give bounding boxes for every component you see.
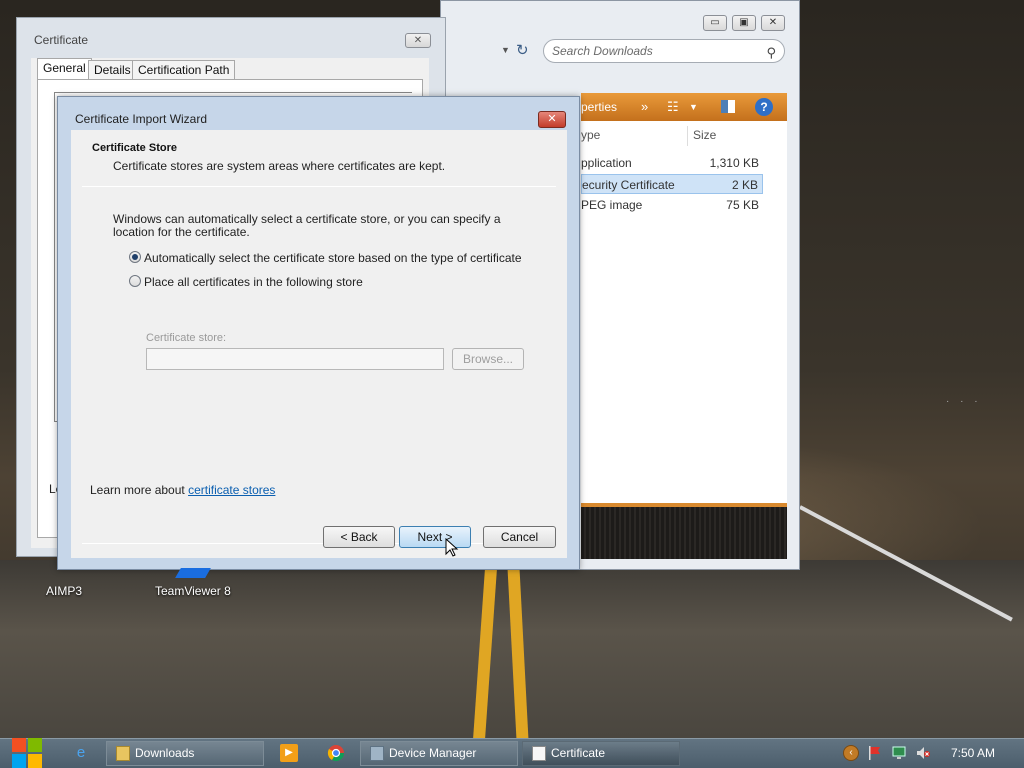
action-center-flag-icon: [869, 746, 880, 760]
taskbar-item-certificate[interactable]: Certificate: [522, 741, 680, 766]
browse-button: Browse...: [452, 348, 524, 370]
explorer-caption-buttons: ▭ ▣ ✕: [703, 15, 785, 31]
address-dropdown-icon[interactable]: ▼: [501, 45, 510, 55]
tab-details[interactable]: Details: [88, 60, 137, 80]
views-icon[interactable]: ☷: [667, 93, 679, 121]
wizard-title: Certificate Import Wizard: [75, 112, 208, 126]
device-manager-icon: [370, 746, 384, 761]
column-type[interactable]: ype: [581, 128, 600, 142]
start-logo-yellow: [28, 754, 42, 768]
folder-icon: [116, 746, 130, 761]
flag-icon[interactable]: [867, 745, 883, 761]
file-type: pplication: [581, 156, 632, 170]
taskbar-item-label: Certificate: [551, 746, 606, 760]
network-monitor-icon: [892, 746, 906, 759]
radio-auto-label[interactable]: Automatically select the certificate sto…: [144, 251, 522, 265]
file-list-pane: perties » ☷ ▼ ? ype Size pplication 1,31…: [581, 93, 787, 559]
desktop-icon-aimp3[interactable]: AIMP3: [46, 584, 82, 598]
horizon-lights: · · ·: [946, 396, 982, 407]
start-logo-green: [28, 738, 42, 752]
minimize-button[interactable]: ▭: [703, 15, 727, 31]
next-button[interactable]: Next >: [399, 526, 471, 548]
file-type: ecurity Certificate: [582, 178, 675, 192]
radio-button[interactable]: [129, 275, 141, 287]
header-separator: [82, 186, 556, 187]
start-logo-blue: [12, 754, 26, 768]
column-separator[interactable]: [687, 126, 688, 146]
wizard-subheading: Certificate stores are system areas wher…: [113, 159, 446, 173]
start-button[interactable]: [12, 737, 43, 768]
file-row[interactable]: PEG image 75 KB: [581, 195, 763, 215]
desktop-icon-teamviewer[interactable]: TeamViewer 8: [155, 584, 231, 598]
file-size: 1,310 KB: [709, 156, 759, 170]
certificate-stores-link[interactable]: certificate stores: [188, 483, 275, 497]
learn-more-text: Learn more about certificate stores: [90, 483, 275, 497]
radio-button-checked[interactable]: [129, 251, 141, 263]
radio-manual-label[interactable]: Place all certificates in the following …: [144, 275, 363, 289]
file-size: 2 KB: [731, 178, 758, 192]
tab-certification-path[interactable]: Certification Path: [132, 60, 236, 80]
tab-general[interactable]: General: [37, 58, 92, 80]
taskbar-item-label: Downloads: [135, 746, 195, 760]
search-icon[interactable]: ⚲: [766, 42, 776, 64]
command-bar: perties » ☷ ▼ ?: [581, 93, 787, 121]
help-icon[interactable]: ?: [755, 98, 773, 116]
preview-pane-icon[interactable]: [721, 100, 735, 113]
certificate-store-input: [146, 348, 444, 370]
wizard-body: Certificate Store Certificate stores are…: [71, 130, 567, 558]
start-logo-red: [12, 738, 26, 752]
media-player-icon[interactable]: ▶: [280, 744, 298, 762]
more-commands-button[interactable]: »: [641, 93, 648, 121]
back-arrow-icon[interactable]: ‹: [843, 745, 859, 761]
properties-button[interactable]: perties: [581, 93, 617, 121]
speaker-muted-icon: [917, 747, 930, 759]
wizard-header: Certificate Store Certificate stores are…: [71, 130, 567, 188]
taskbar-item-downloads[interactable]: Downloads: [106, 741, 264, 766]
volume-muted-icon[interactable]: [915, 745, 931, 761]
wizard-intro-text: Windows can automatically select a certi…: [113, 212, 501, 239]
close-button[interactable]: ✕: [761, 15, 785, 31]
search-placeholder: Search Downloads: [552, 44, 653, 58]
back-button[interactable]: < Back: [323, 526, 395, 548]
maximize-button[interactable]: ▣: [732, 15, 756, 31]
network-icon[interactable]: [891, 745, 907, 761]
taskbar-clock[interactable]: 7:50 AM: [951, 746, 995, 760]
file-row[interactable]: pplication 1,310 KB: [581, 153, 763, 173]
cancel-button[interactable]: Cancel: [483, 526, 556, 548]
certificate-import-wizard[interactable]: Certificate Import Wizard ✕ Certificate …: [57, 96, 580, 570]
certificate-dialog-title: Certificate: [34, 33, 89, 47]
details-pane: [581, 503, 787, 559]
mouse-cursor-icon: [445, 538, 459, 557]
wizard-heading: Certificate Store: [92, 142, 177, 154]
taskbar-item-device-manager[interactable]: Device Manager: [360, 741, 518, 766]
column-headers: ype Size: [581, 126, 767, 146]
chrome-logo-icon: [327, 745, 345, 762]
chrome-icon[interactable]: [327, 744, 345, 762]
certificate-close-button[interactable]: ✕: [405, 33, 431, 48]
column-size[interactable]: Size: [693, 128, 716, 142]
learn-more-prefix: Learn more about: [90, 483, 189, 497]
certificate-icon: [532, 746, 546, 761]
wizard-close-button[interactable]: ✕: [538, 111, 566, 128]
file-row-selected[interactable]: ecurity Certificate 2 KB: [581, 174, 763, 194]
certificate-store-label: Certificate store:: [146, 332, 227, 344]
views-dropdown-icon[interactable]: ▼: [689, 93, 698, 121]
search-input[interactable]: Search Downloads ⚲: [543, 39, 785, 63]
taskbar-item-label: Device Manager: [389, 746, 477, 760]
teamviewer-icon[interactable]: [175, 568, 211, 578]
file-type: PEG image: [581, 198, 643, 212]
refresh-icon[interactable]: ↻: [516, 41, 529, 59]
file-size: 75 KB: [726, 198, 759, 212]
internet-explorer-icon[interactable]: e: [72, 744, 90, 762]
